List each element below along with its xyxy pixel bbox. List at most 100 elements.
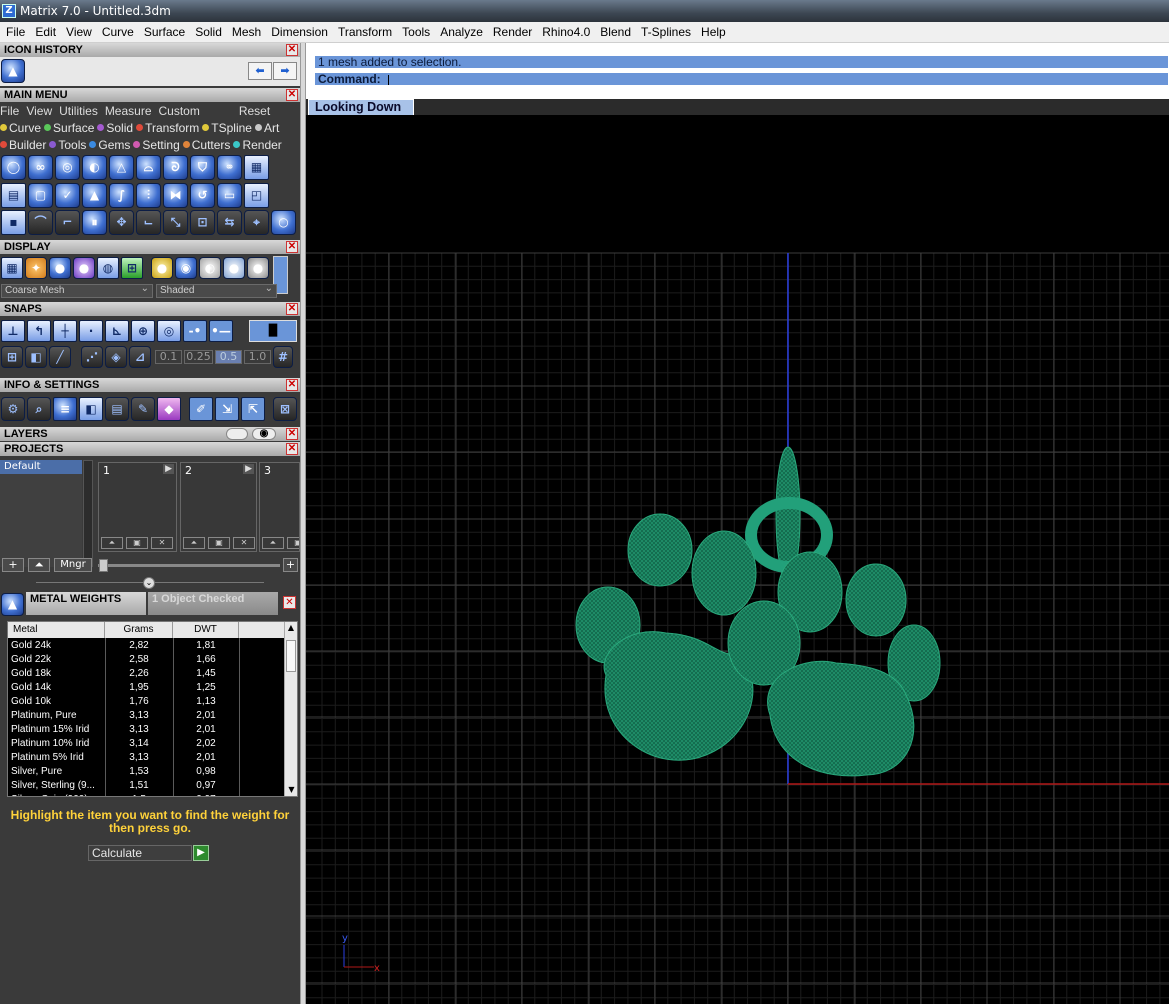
metal-render-icon[interactable]: ◉ [175,257,197,279]
bend-tool-icon[interactable]: ↺ [190,182,215,208]
import-icon[interactable]: ⇱ [241,397,265,421]
menu-file[interactable]: File [1,22,30,42]
shank-tool-icon[interactable]: ◐ [82,154,107,180]
cube-snap-icon[interactable]: ◧ [25,345,47,368]
menu-render[interactable]: Render [488,22,537,42]
cplane-snap-icon[interactable]: ⊿ [129,345,151,368]
mesh-mode-select[interactable]: Coarse Mesh [1,283,153,298]
viewport-title[interactable]: Looking Down [308,99,414,116]
grid-toggle-icon[interactable]: # [273,345,293,368]
halo-tool-icon[interactable]: ⌓ [136,154,161,180]
col-grams[interactable]: Grams [105,622,173,638]
lights-display-icon[interactable]: ✦ [25,257,47,279]
submenu-measure[interactable]: Measure [105,104,152,118]
command-line[interactable]: Command: [314,72,1169,86]
tab-tspline[interactable]: TSpline [202,121,252,135]
manager-button[interactable]: Mngr [54,558,92,572]
table-row[interactable]: Platinum, Pure 3,13 2,01 [8,708,240,722]
increment-0-25[interactable]: 0.25 [184,349,213,364]
eye-icon[interactable]: ◉ [252,428,276,440]
delete-icon[interactable]: ✕ [151,537,173,549]
snap-cen-icon[interactable]: ⊾ [105,319,129,342]
menu-help[interactable]: Help [696,22,731,42]
menu-surface[interactable]: Surface [139,22,190,42]
materials-icon[interactable]: ◆ [157,397,181,421]
menu-curve[interactable]: Curve [97,22,139,42]
save-icon[interactable]: ▣ [126,537,148,549]
ring-tool-icon[interactable]: ◯ [1,154,26,180]
col-dwt[interactable]: DWT [173,622,239,638]
check-tool-icon[interactable]: ✓ [55,182,80,208]
snap-lock-button[interactable]: ▐▌ [249,319,297,342]
delete-icon[interactable]: ✕ [233,537,255,549]
save-icon[interactable]: ▣ [287,537,299,549]
project-slider-thumb[interactable] [99,559,108,572]
close-icon[interactable]: ✕ [286,44,298,56]
paint-icon[interactable]: ✐ [189,397,213,421]
table-row[interactable]: Platinum 10% Irid 3,14 2,02 [8,736,240,750]
increment-0-1[interactable]: 0.1 [155,349,182,364]
go-icon[interactable]: ▶ [193,845,209,861]
close-icon[interactable]: ✕ [286,89,298,101]
deform-tool-icon[interactable]: ⤡ [163,209,188,235]
layout-display-icon[interactable]: ⊞ [121,257,143,279]
collapse-icon[interactable]: ⌄ [143,577,155,589]
box-tool-icon[interactable]: ▭ [217,182,242,208]
submenu-custom[interactable]: Custom [159,104,200,118]
menu-edit[interactable]: Edit [30,22,61,42]
mirror-tool-icon[interactable]: ⧓ [163,182,188,208]
shield-tool-icon[interactable]: ⛉ [190,154,215,180]
ortho-snap-icon[interactable]: ╱ [49,345,71,368]
matrix-app-icon[interactable]: Z [2,4,16,18]
crop-tool-icon[interactable]: ⌖ [244,209,269,235]
add-layer-button[interactable]: + [2,558,24,572]
curve-tool-icon[interactable]: ∫ [109,182,134,208]
tab-gems[interactable]: Gems [89,138,130,152]
menu-blend[interactable]: Blend [595,22,636,42]
close-icon[interactable]: ✕ [286,303,298,315]
upload-icon[interactable]: ⏶ [262,537,284,549]
table-row[interactable]: Platinum 5% Irid 3,13 2,01 [8,750,240,764]
snap-end-icon[interactable]: ⊥ [1,319,25,342]
wireframe-display-icon[interactable]: ▦ [1,257,23,279]
settings-gear-icon[interactable]: ⚙ [1,397,25,421]
cone-tool-icon[interactable]: ▲ [82,182,107,208]
menu-tsplines[interactable]: T-Splines [636,22,696,42]
table-row[interactable]: Gold 24k 2,82 1,81 [8,638,240,652]
table-row[interactable]: Gold 10k 1,76 1,13 [8,694,240,708]
blocks-tool-icon[interactable]: ▪ [1,209,26,235]
menu-solid[interactable]: Solid [190,22,227,42]
split-tool-icon[interactable]: ⫶ [136,182,161,208]
loop-tool-icon[interactable]: ᘐ [163,154,188,180]
project-slider-track[interactable] [98,564,280,567]
sphere-display-icon[interactable]: ● [49,257,71,279]
submenu-utilities[interactable]: Utilities [59,104,98,118]
play-icon[interactable]: ▶ [163,464,174,474]
delete-icon[interactable]: ⊠ [273,397,297,421]
close-icon[interactable]: ✕ [286,428,298,440]
search-icon[interactable]: ⌕ [27,397,51,421]
material-display-icon[interactable]: ● [73,257,95,279]
scroll-up-icon[interactable]: ▲ [285,622,297,634]
tab-setting[interactable]: Setting [133,138,180,152]
save-icon[interactable]: ▣ [208,537,230,549]
export-icon[interactable]: ⇲ [215,397,239,421]
arc-tool-icon[interactable]: ⌒ [28,209,53,235]
notes-icon[interactable]: ▤ [105,397,129,421]
snap-perp-icon[interactable]: -• [183,319,207,342]
planar-snap-icon[interactable]: ⋰ [81,345,103,368]
table-row[interactable]: Silver, Coin (900)1,50,97 [8,792,240,796]
project-snap-icon[interactable]: ◈ [105,345,127,368]
close-icon[interactable]: ✕ [286,241,298,253]
link-tool-icon[interactable]: ⚭ [217,154,242,180]
fillet-tool-icon[interactable]: ⌐ [55,209,80,235]
menu-rhino4[interactable]: Rhino4.0 [537,22,595,42]
table-scrollbar[interactable]: ▲ ▼ [284,622,297,796]
close-icon[interactable]: ✕ [286,379,298,391]
upload-icon[interactable]: ⏶ [101,537,123,549]
project-slot-3[interactable]: 3 ⏶ ▣ [259,462,300,552]
tab-curve[interactable]: Curve [0,121,41,135]
paw-pendant-mesh[interactable] [575,446,941,777]
play-icon[interactable]: ▶ [243,464,254,474]
submenu-file[interactable]: File [0,104,19,118]
